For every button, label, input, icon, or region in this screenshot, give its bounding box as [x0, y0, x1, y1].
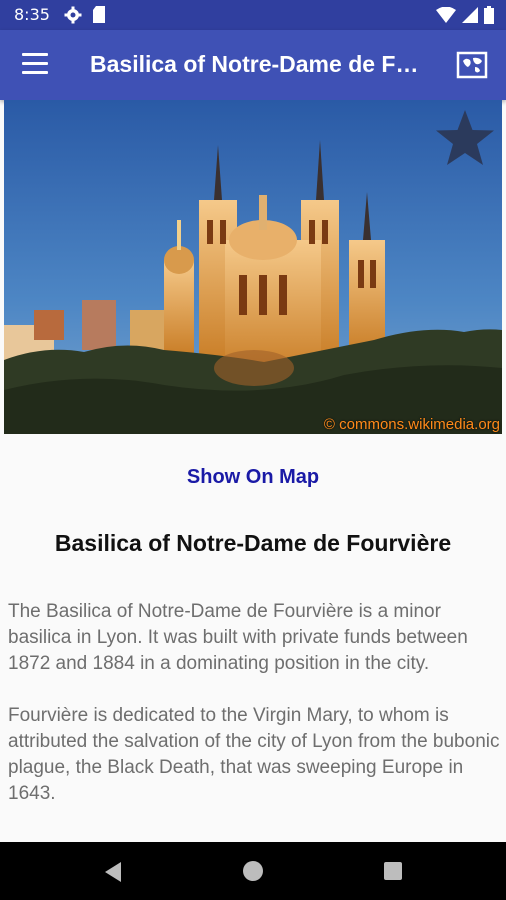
- status-time: 8:35: [14, 5, 50, 24]
- description-paragraph: The Basilica of Notre-Dame de Fourvière …: [8, 601, 468, 674]
- description-paragraph: Fourvière is dedicated to the Virgin Mar…: [8, 705, 500, 804]
- back-icon[interactable]: [103, 861, 123, 883]
- signal-icon: [462, 7, 478, 23]
- home-icon[interactable]: [243, 861, 263, 881]
- gear-icon: [64, 6, 82, 24]
- photo-credit: © commons.wikimedia.org: [323, 416, 500, 433]
- basilica-photo: © commons.wikimedia.org: [4, 100, 502, 434]
- sd-card-icon: [93, 6, 105, 23]
- hamburger-menu-icon[interactable]: [22, 53, 48, 77]
- navigation-bar: [0, 842, 506, 900]
- wifi-icon: [436, 7, 456, 23]
- map-icon[interactable]: [456, 50, 488, 80]
- app-bar: Basilica of Notre-Dame de Fourvière: [0, 30, 506, 100]
- page-title: Basilica of Notre-Dame de Fourvière: [90, 51, 420, 77]
- status-icons-right: [436, 6, 494, 24]
- place-heading: Basilica of Notre-Dame de Fourvière: [54, 530, 452, 556]
- description: The Basilica of Notre-Dame de Fourvière …: [8, 599, 502, 833]
- status-bar: 8:35: [0, 0, 506, 30]
- status-icons-left: [64, 6, 106, 24]
- star-icon[interactable]: [434, 108, 496, 168]
- battery-icon: [484, 6, 494, 24]
- recents-icon[interactable]: [384, 862, 402, 880]
- show-on-map-link[interactable]: Show On Map: [0, 466, 506, 489]
